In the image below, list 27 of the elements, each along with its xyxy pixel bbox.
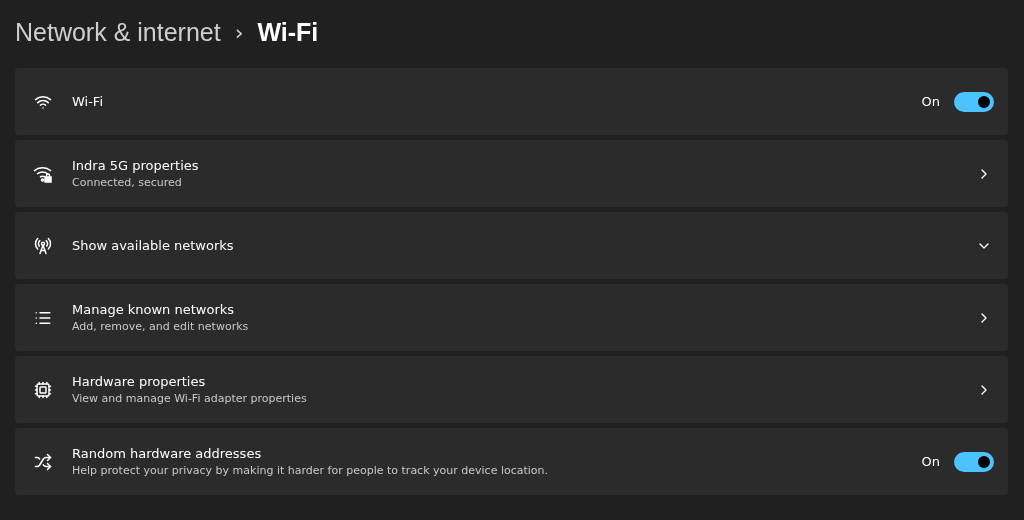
wifi-lock-icon <box>33 164 53 183</box>
setting-title: Manage known networks <box>72 302 236 317</box>
settings-card[interactable]: Hardware properties View and manage Wi-Fi adapter properties <box>15 356 1008 423</box>
toggle-switch[interactable] <box>954 91 994 112</box>
settings-card[interactable]: Wi-Fi On <box>15 68 1008 135</box>
setting-title: Hardware properties <box>72 374 207 389</box>
setting-description: Connected, secured <box>72 176 183 189</box>
shuffle-icon <box>34 452 52 471</box>
setting-description: Help protect your privacy by making it harder for people to track your device location. <box>72 464 550 477</box>
breadcrumb-separator: › <box>234 19 244 45</box>
setting-title: Wi-Fi <box>72 94 104 109</box>
settings-card[interactable]: Random hardware addresses Help protect your privacy by making it harder for people to track your device location. On <box>15 428 1008 495</box>
antenna-icon <box>34 236 52 255</box>
setting-description: View and manage Wi-Fi adapter properties <box>72 392 308 405</box>
page-title: Wi-Fi <box>257 17 319 47</box>
toggle-state-label: On <box>921 94 940 109</box>
setting-description: Add, remove, and edit networks <box>72 320 250 333</box>
toggle-state-label: On <box>921 454 940 469</box>
setting-title: Random hardware addresses <box>72 446 263 461</box>
chip-icon <box>34 380 52 399</box>
settings-card[interactable]: Manage known networks Add, remove, and edit networks <box>15 284 1008 351</box>
setting-title: Indra 5G properties <box>72 158 200 173</box>
setting-title: Show available networks <box>72 238 235 253</box>
breadcrumb-link[interactable]: Network & internet <box>15 17 221 47</box>
toggle-switch[interactable] <box>954 451 994 472</box>
settings-card[interactable]: Indra 5G properties Connected, secured <box>15 140 1008 207</box>
settings-card[interactable]: Show available networks <box>15 212 1008 279</box>
